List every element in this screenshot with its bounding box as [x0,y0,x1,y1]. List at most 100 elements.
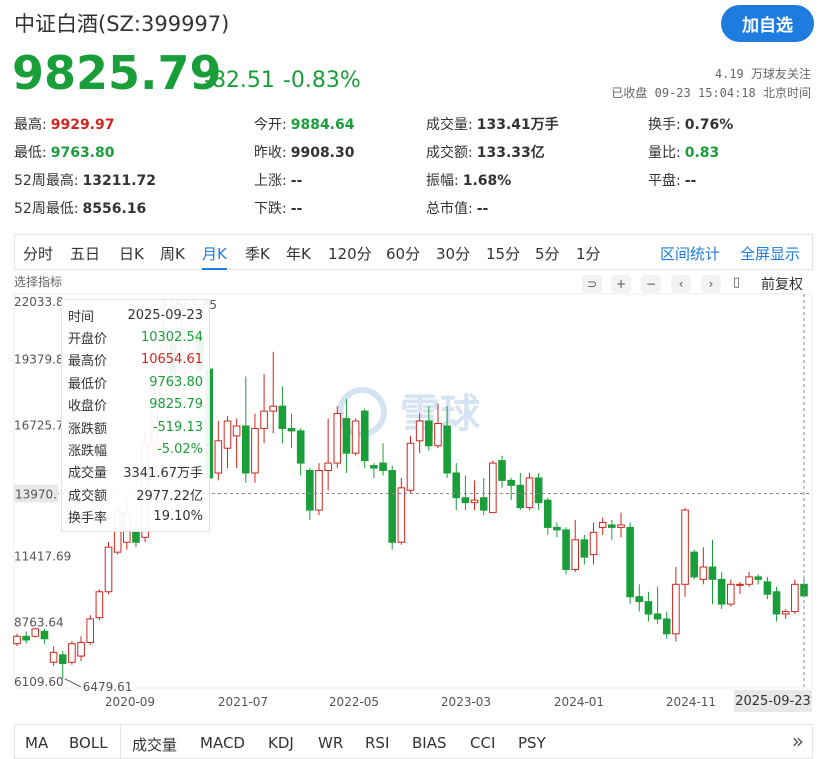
tooltip-label: 涨跌幅 [68,444,108,460]
tab-period-8[interactable]: 60分 [386,243,420,264]
stat-value: -- [290,201,303,217]
tab-period-12[interactable]: 1分 [576,243,601,264]
candle-body [626,526,634,598]
tab-period-2[interactable]: 日K [119,243,144,264]
indicator-tab-1[interactable]: BOLL [69,734,108,752]
x-axis-label: 2023-03 [441,695,491,709]
indicator-tab-6[interactable]: RSI [365,734,389,752]
candle-tooltip: 时间 2025-09-23 开盘价 10302.54 最高价 10654.61 最低价 976… [61,299,210,532]
tab-period-11[interactable]: 5分 [535,243,560,264]
x-axis-label: 2024-01 [554,695,604,709]
stat-label: 最高: [14,117,47,133]
candle-body [726,583,735,605]
stat-item: 平盘: -- [648,170,696,190]
indicator-tab-8[interactable]: CCI [470,734,495,752]
candle-body [534,477,543,504]
tooltip-row: 换手率 19.10% [68,506,203,528]
zoom-out-icon[interactable]: − [641,275,661,293]
tooltip-row: 涨跌幅 -5.02% [68,438,203,460]
stat-value: 133.33亿 [476,145,545,161]
candle-body [406,442,415,491]
indicator-tab-9[interactable]: PSY [518,734,546,752]
range-stats-link[interactable]: 区间统计 [660,243,720,264]
indicator-tab-2[interactable]: 成交量 [132,734,177,755]
crosshair-price-label: 13970. [15,488,57,502]
tab-period-5[interactable]: 季K [245,243,270,264]
price-change: -82.51 -0.83% [204,68,369,93]
candle-body [553,526,561,531]
tooltip-label: 成交额 [68,488,108,504]
stat-label: 成交量: [426,117,473,133]
stat-value: 9929.97 [50,117,115,133]
stat-item: 52周最高: 13211.72 [14,170,156,190]
zoom-in-icon[interactable]: + [611,275,631,293]
tab-period-10[interactable]: 15分 [486,243,520,264]
candle-body [516,484,525,509]
candle-body [662,618,671,635]
stat-value: 0.76% [684,117,734,133]
battery-icon[interactable]: ▯ [733,275,740,290]
next-icon[interactable]: › [701,275,721,293]
stat-label: 成交额: [426,145,473,161]
tab-period-9[interactable]: 30分 [436,243,470,264]
candle-body [498,460,506,481]
candle-body [68,643,76,663]
candle-body [397,487,406,543]
candle-body [95,591,104,619]
indicator-tab-0[interactable]: MA [25,734,48,752]
candle-body [461,497,470,504]
tooltip-value: -519.13 [152,419,203,435]
indicator-tab-4[interactable]: KDJ [268,734,294,752]
stat-row: 最低: 9763.80 昨收: 9908.30 成交额: 133.33亿 量比: 0.83 [14,142,814,170]
stat-row: 最高: 9929.97 今开: 9884.64 成交量: 133.41万手 换手: 0.76% [14,114,814,142]
candle-body [77,641,85,657]
add-watchlist-button[interactable]: 加自选 [721,5,814,42]
more-indicators-icon[interactable]: » [792,729,804,753]
candle-body [763,581,772,595]
candle-body [470,499,479,504]
stat-item: 下跌: -- [254,198,302,218]
candle-body [342,418,351,454]
stat-item: 最低: 9763.80 [14,142,114,162]
stat-value: 0.83 [684,145,720,161]
stat-item: 最高: 9929.97 [14,114,114,134]
fullscreen-link[interactable]: 全屏显示 [740,243,800,264]
stat-label: 下跌: [254,201,287,217]
tooltip-value: -5.02% [157,442,203,458]
tooltip-row: 最低价 9763.80 [68,371,203,393]
stat-label: 52周最低: [14,201,79,217]
tab-period-7[interactable]: 120分 [328,243,372,264]
adjust-mode-select[interactable]: 前复权 [761,274,803,294]
undo-icon[interactable]: ⊃ [582,275,602,293]
select-indicator-link[interactable]: 选择指标 [14,273,62,290]
indicator-tab-5[interactable]: WR [318,734,343,752]
y-axis-label: 11417.69 [14,550,71,564]
candle-body [690,551,698,578]
change-amount: -82.51 [204,68,275,93]
candle-body [232,425,241,437]
stat-label: 平盘: [648,173,681,189]
tab-period-3[interactable]: 周K [160,243,185,264]
indicator-tab-7[interactable]: BIAS [412,734,447,752]
candle-body [708,566,717,580]
candle-body [306,470,314,511]
candle-body [443,425,451,474]
x-axis-label: 2024-11 [666,695,716,709]
candle-body [260,410,268,429]
tab-period-6[interactable]: 年K [286,243,311,264]
candle-body [315,470,323,511]
tab-period-4[interactable]: 月K [202,243,227,270]
candle-body [22,635,30,641]
tab-period-1[interactable]: 五日 [70,243,100,264]
indicator-tab-3[interactable]: MACD [200,734,245,752]
y-axis-label: 6109.60 [14,675,64,689]
candle-body [360,410,369,462]
tooltip-value: 10654.61 [140,352,203,368]
tab-period-0[interactable]: 分时 [23,243,53,264]
tooltip-label: 换手率 [68,511,108,527]
indicator-divider [120,725,121,759]
prev-icon[interactable]: ‹ [671,275,691,293]
stat-item: 52周最低: 8556.16 [14,198,146,218]
candle-body [269,405,278,412]
candle-body [562,529,570,570]
